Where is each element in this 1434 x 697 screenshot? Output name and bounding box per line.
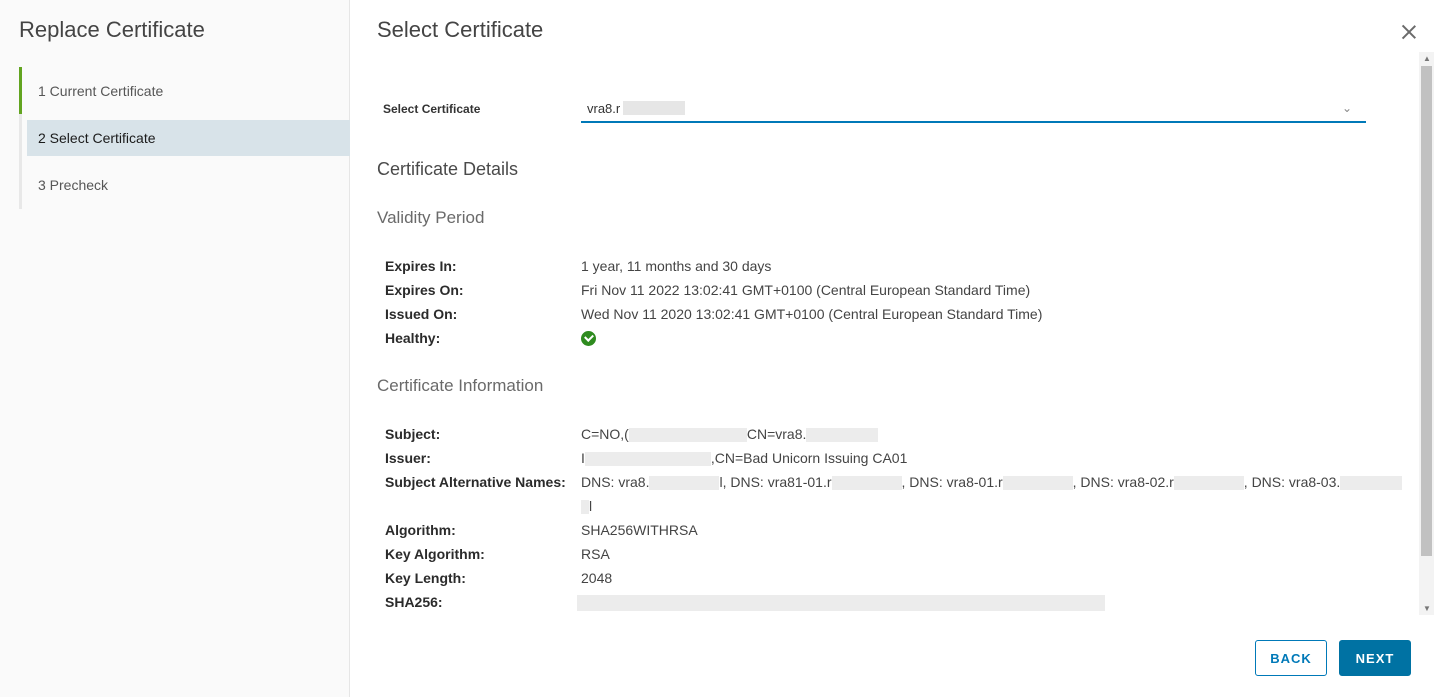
key-algorithm-row: Key Algorithm: RSA xyxy=(385,546,1395,566)
issued-on-value: Wed Nov 11 2020 13:02:41 GMT+0100 (Centr… xyxy=(581,306,1043,322)
sha256-value xyxy=(577,594,1105,612)
scroll-down-icon[interactable]: ▼ xyxy=(1423,604,1431,613)
certificate-information-heading: Certificate Information xyxy=(377,376,544,395)
validity-period-heading: Validity Period xyxy=(377,208,485,227)
wizard-sidebar: Replace Certificate 1 Current Certificat… xyxy=(0,0,350,697)
key-algorithm-value: RSA xyxy=(581,546,610,562)
certificate-select[interactable]: vra8.r ⌄ xyxy=(581,99,1366,123)
healthy-label: Healthy: xyxy=(385,330,441,346)
expires-in-label: Expires In: xyxy=(385,258,457,274)
issuer-label: Issuer: xyxy=(385,450,431,466)
issued-on-row: Issued On: Wed Nov 11 2020 13:02:41 GMT+… xyxy=(385,306,1395,326)
issued-on-label: Issued On: xyxy=(385,306,458,322)
healthy-row: Healthy: xyxy=(385,330,1395,350)
chevron-down-icon: ⌄ xyxy=(1341,101,1352,115)
sha256-label: SHA256: xyxy=(385,594,443,610)
check-circle-icon xyxy=(581,331,596,346)
expires-on-row: Expires On: Fri Nov 11 2022 13:02:41 GMT… xyxy=(385,282,1395,302)
san-value-line2: l xyxy=(581,498,592,515)
back-button[interactable]: BACK xyxy=(1255,640,1327,676)
key-length-value: 2048 xyxy=(581,570,613,586)
certificate-details-heading: Certificate Details xyxy=(377,159,519,179)
issuer-value: I ,CN=Bad Unicorn Issuing CA01 xyxy=(581,450,908,467)
content-scrollbar[interactable]: ▲ ▼ xyxy=(1419,52,1434,615)
expires-in-row: Expires In: 1 year, 11 months and 30 day… xyxy=(385,258,1395,278)
san-row: Subject Alternative Names: DNS: vra8. l, … xyxy=(385,474,1403,494)
select-certificate-row: Select Certificate vra8.r ⌄ xyxy=(383,99,1366,124)
wizard-title: Replace Certificate xyxy=(19,17,205,42)
algorithm-value: SHA256WITHRSA xyxy=(581,522,698,538)
san-label: Subject Alternative Names: xyxy=(385,474,566,490)
expires-on-label: Expires On: xyxy=(385,282,464,298)
certificate-select-value: vra8.r xyxy=(587,101,621,116)
close-icon[interactable] xyxy=(1399,22,1419,42)
scrollbar-thumb[interactable] xyxy=(1421,66,1432,556)
page-title: Select Certificate xyxy=(377,17,544,42)
step-select-certificate[interactable]: 2 Select Certificate xyxy=(27,120,350,156)
step-precheck[interactable]: 3 Precheck xyxy=(19,161,350,208)
key-length-row: Key Length: 2048 xyxy=(385,570,1395,590)
san-value: DNS: vra8. l, DNS: vra81-01.r, DNS: vra8-… xyxy=(581,474,1403,491)
redacted-block xyxy=(623,101,685,115)
algorithm-row: Algorithm: SHA256WITHRSA xyxy=(385,522,1395,542)
subject-label: Subject: xyxy=(385,426,441,442)
select-certificate-label: Select Certificate xyxy=(383,102,481,116)
expires-on-value: Fri Nov 11 2022 13:02:41 GMT+0100 (Centr… xyxy=(581,282,1031,298)
content-area: Select Certificate vra8.r ⌄ Certificate … xyxy=(377,52,1417,615)
next-button[interactable]: NEXT xyxy=(1339,640,1411,676)
algorithm-label: Algorithm: xyxy=(385,522,456,538)
subject-value: C=NO,(CN=vra8. xyxy=(581,426,879,443)
key-length-label: Key Length: xyxy=(385,570,466,586)
subject-row: Subject: C=NO,(CN=vra8. xyxy=(385,426,1395,446)
key-algorithm-label: Key Algorithm: xyxy=(385,546,485,562)
san-row-continued: l xyxy=(385,498,1395,518)
issuer-row: Issuer: I ,CN=Bad Unicorn Issuing CA01 xyxy=(385,450,1395,470)
sha256-row: SHA256: xyxy=(385,594,1395,614)
step-current-certificate[interactable]: 1 Current Certificate xyxy=(19,67,350,114)
scroll-up-icon[interactable]: ▲ xyxy=(1423,54,1431,63)
wizard-steps: 1 Current Certificate 2 Select Certifica… xyxy=(19,67,350,209)
expires-in-value: 1 year, 11 months and 30 days xyxy=(581,258,772,274)
